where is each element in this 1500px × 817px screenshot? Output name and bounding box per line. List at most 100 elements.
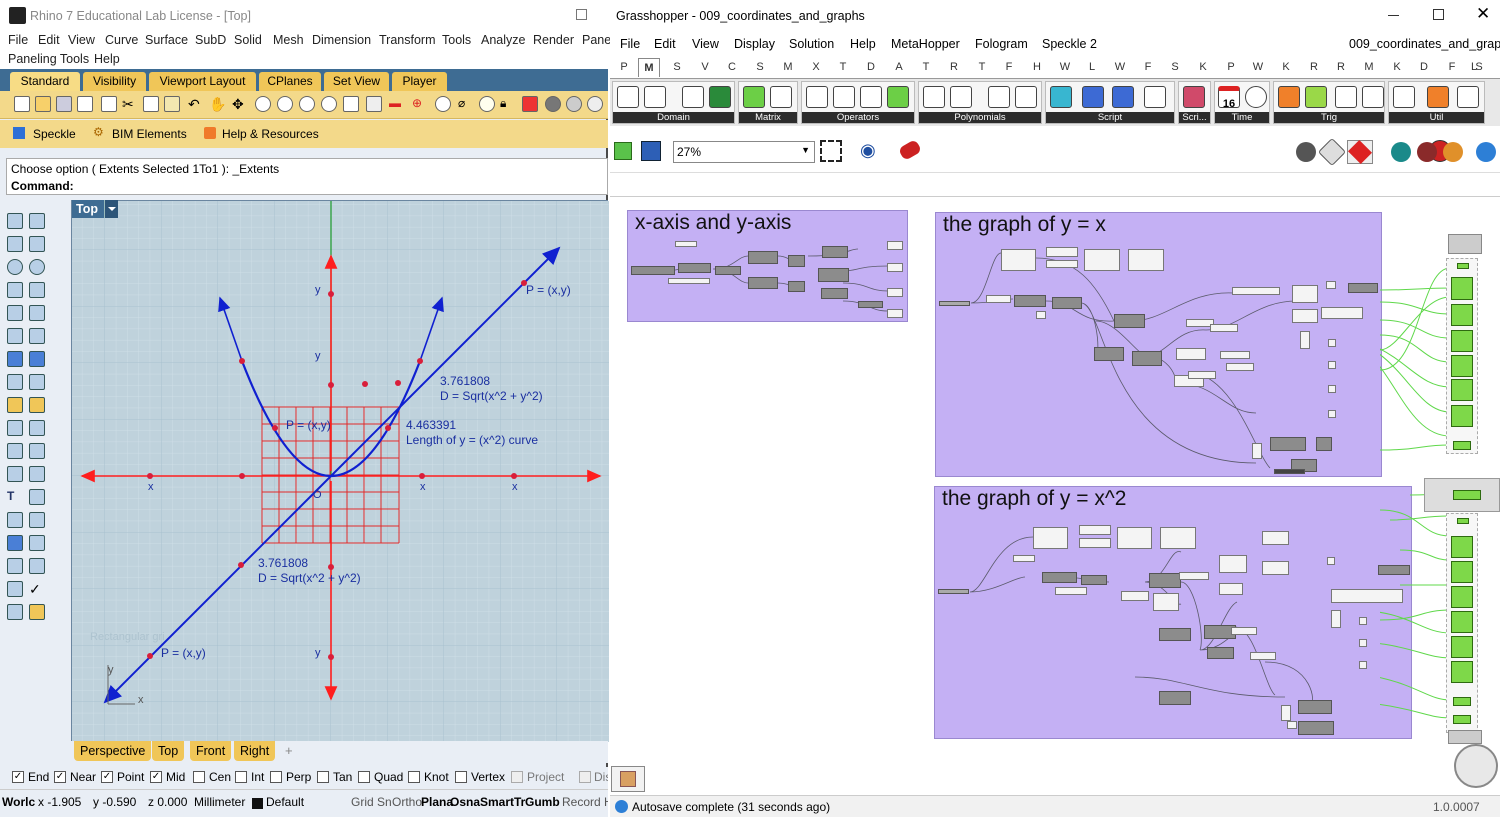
csharp-script-icon[interactable] [1050,86,1072,108]
yx2-panel-18[interactable] [1281,705,1291,721]
gh-tab-m2[interactable]: M [1361,61,1377,73]
preview-eye-icon[interactable]: ◉ [860,140,876,161]
render-sphere-icon[interactable] [1476,142,1496,162]
yx-series[interactable] [1014,295,1046,307]
preview-10[interactable] [1451,536,1473,558]
gh-tab-w3[interactable]: W [1250,61,1266,73]
status-grid-snap[interactable]: Grid Sn [351,795,392,809]
status-smarttrack[interactable]: SmartTr [480,795,525,809]
tab-player[interactable]: Player [392,72,447,91]
maximize-icon[interactable] [1433,9,1444,20]
gh-menu-file[interactable]: File [620,37,640,51]
comp-group-time[interactable]: 16 Time [1214,81,1270,124]
yx-toggle[interactable] [1036,311,1046,319]
gh-tab-r3[interactable]: R [1333,61,1349,73]
gh-menu-edit[interactable]: Edit [654,37,676,51]
text-tool-icon[interactable]: T [7,489,23,505]
yx-toggle-3[interactable] [1328,361,1336,369]
menu-render[interactable]: Render [533,33,574,47]
xy-out-2[interactable] [887,263,903,272]
menu-view[interactable]: View [68,33,95,47]
square-root-icon[interactable] [950,86,972,108]
gh-cluster-button[interactable] [611,766,645,792]
yx-out-point[interactable] [1316,437,1332,451]
gh-tab-r2[interactable]: R [1306,61,1322,73]
gh-tab-a[interactable]: A [891,61,907,73]
zoom-icon[interactable] [255,96,271,112]
top-viewport[interactable] [71,200,609,742]
yx-panel-15[interactable] [1220,351,1250,359]
yx2-slider[interactable] [938,589,969,594]
close-icon[interactable]: ✕ [1476,4,1490,24]
gh-tab-l2[interactable]: L [1471,61,1477,73]
domain-component-icon[interactable] [617,86,639,108]
gh-tab-w1[interactable]: W [1057,61,1073,73]
gh-menu-display[interactable]: Display [734,37,775,51]
navigation-dial-icon[interactable] [1454,744,1498,788]
degrees-icon[interactable] [1335,86,1357,108]
light-icon[interactable] [479,96,495,112]
split-tool-icon[interactable] [29,420,45,436]
cplane-icon[interactable]: ⌀ [458,96,474,112]
vtab-right[interactable]: Right [234,741,276,761]
point-tool-icon[interactable] [29,213,45,229]
yx-panel-2[interactable] [1046,247,1078,257]
sphere-tool-icon[interactable] [29,351,45,367]
gh-menu-metahopper[interactable]: MetaHopper [891,37,960,51]
yx2-panel-4[interactable] [1117,527,1152,549]
gh-tab-curve[interactable]: C [724,61,740,73]
analyze-tool-icon[interactable] [29,558,45,574]
check-tool-icon[interactable]: ✓ [29,581,45,597]
yx-param[interactable] [986,295,1011,303]
power-of-2-icon[interactable] [1015,86,1037,108]
vtab-front[interactable]: Front [190,741,232,761]
yx2-out-point[interactable] [1298,721,1334,735]
array-tool-icon[interactable] [7,512,23,528]
xy-number-slider[interactable] [631,266,675,275]
csharp-script-2-icon[interactable] [1082,86,1104,108]
epsilon-icon[interactable] [1393,86,1415,108]
yx-panel-11[interactable] [1292,285,1318,303]
comp-group-domain[interactable]: Domain [612,81,735,124]
menu-surface[interactable]: Surface [145,33,188,47]
gh-tab-k3[interactable]: K [1389,61,1405,73]
gh-tab-k1[interactable]: K [1195,61,1211,73]
snap-icon[interactable] [435,96,451,112]
menu-analyze[interactable]: Analyze [481,33,525,47]
osnap-vertex-checkbox[interactable] [455,771,467,783]
loft-tool-icon[interactable] [29,328,45,344]
zoom-extents-icon[interactable] [820,140,842,162]
addition-icon[interactable] [806,86,828,108]
arc-tool-icon[interactable] [7,282,23,298]
polygon-tool-icon[interactable] [7,305,23,321]
gh-tab-f1[interactable]: F [1001,61,1017,73]
yx2-panel-16[interactable] [1231,627,1257,635]
add-viewport-tab-button[interactable]: + [285,743,293,758]
gh-menu-fologram[interactable]: Fologram [975,37,1028,51]
xy-slider-1[interactable] [675,241,697,247]
render-tool-icon[interactable] [7,604,23,620]
xy-vector[interactable] [715,266,741,275]
zoom-level-select[interactable]: 27% ▼ [673,141,815,163]
box-tool-icon[interactable] [7,351,23,367]
group-xy-axis[interactable]: x-axis and y-axis [627,210,908,322]
yx2-panel-15[interactable] [1331,610,1341,628]
gh-tab-vector[interactable]: V [697,61,713,73]
yx-panel-13[interactable] [1321,307,1363,319]
four-viewports-icon[interactable] [366,96,382,112]
preview-1[interactable] [1457,263,1469,269]
yx2-panel-12[interactable] [1262,531,1289,545]
cluster-toggle[interactable] [1453,490,1481,500]
gh-tab-t2[interactable]: T [974,61,990,73]
preview-6[interactable] [1451,379,1473,401]
xy-out-1[interactable] [887,241,903,250]
yx2-panel-19[interactable] [1287,721,1297,729]
status-ortho[interactable]: Ortho [392,795,422,809]
status-gumball[interactable]: Gumb [525,795,560,809]
expression-icon[interactable] [1144,86,1166,108]
group-graph-y-x[interactable]: the graph of y = x [935,212,1382,477]
select-tool-icon[interactable] [7,213,23,229]
comp-group-script-2[interactable]: Scri... [1178,81,1211,124]
osnap-knot-checkbox[interactable] [408,771,420,783]
join-tool-icon[interactable] [29,443,45,459]
